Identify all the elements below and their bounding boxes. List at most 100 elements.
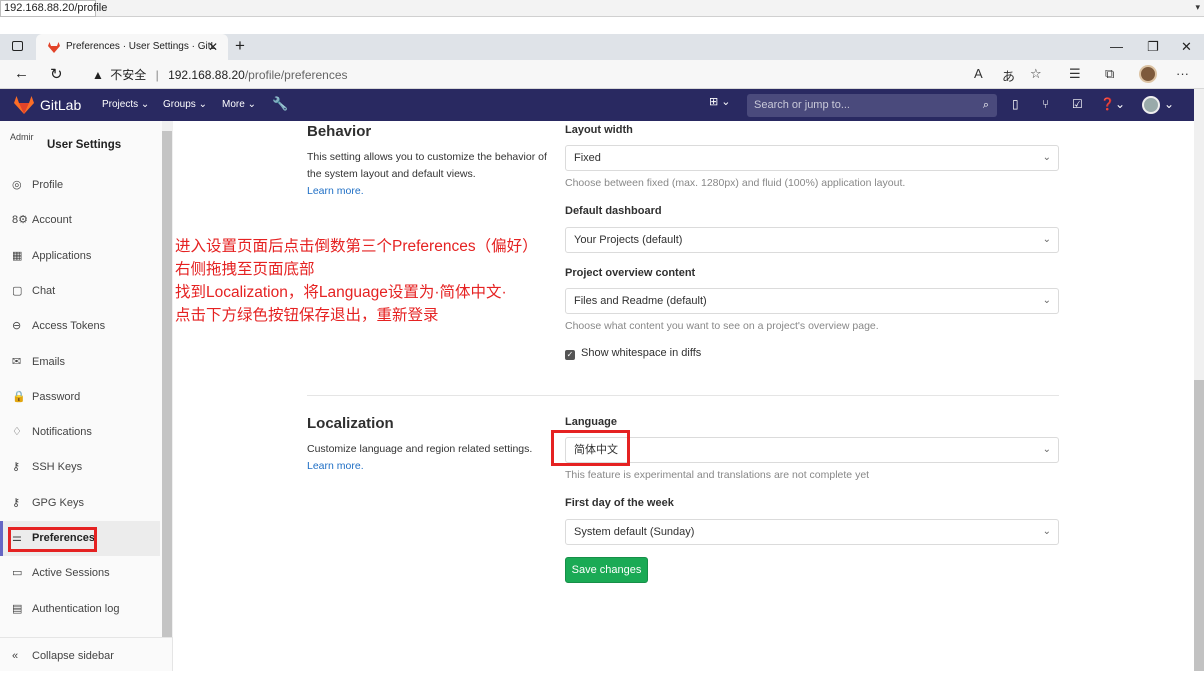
browser-profile-avatar[interactable] [1139,65,1157,83]
url-path: /profile/preferences [244,68,348,82]
browser-tab[interactable]: Preferences · User Settings · GitL ✕ [36,34,228,60]
url-separator: | [155,68,159,82]
first-day-select[interactable]: System default (Sunday) ⌄ [565,519,1059,545]
merge-requests-icon[interactable]: ⑂ [1042,97,1049,111]
todos-icon[interactable]: ☑ [1072,97,1083,111]
read-aloud-icon[interactable]: A [974,66,983,81]
annotation-line: 找到Localization，将Language设置为·简体中文· [175,284,507,301]
sidebar-item-profile[interactable]: ◎ Profile [0,168,160,203]
localization-learn-more-link[interactable]: Learn more. [307,458,552,475]
annotation-line: 右侧拖拽至页面底部 [175,261,315,278]
language-hint: This feature is experimental and transla… [565,469,870,481]
search-input[interactable]: Search or jump to... ⌕ [747,94,997,117]
applications-icon: ▦ [12,249,23,262]
highlight-box-preferences [8,527,97,552]
groups-menu[interactable]: Groups ⌄ [163,99,207,110]
sidebar-item-emails[interactable]: ✉ Emails [0,345,160,380]
sidebar-item-label: Account [32,214,72,227]
url-field[interactable]: ▲ 不安全 | 192.168.88.20/profile/preference… [92,66,348,83]
layout-width-value: Fixed [574,152,601,164]
outer-url-field[interactable]: 192.168.88.20/profile [0,0,107,17]
whitespace-label: Show whitespace in diffs [581,347,702,359]
sidebar-scrollbar-thumb[interactable] [162,131,172,637]
gitlab-brand[interactable]: GitLab [40,97,81,113]
close-window-icon[interactable]: ✕ [1181,39,1192,55]
translate-icon[interactable]: あ [1002,66,1015,85]
sidebar-item-notifications[interactable]: ♢ Notifications [0,415,160,450]
chevron-down-icon[interactable]: ▾ [1195,2,1200,13]
sidebar-item-account[interactable]: 8⚙ Account [0,203,160,238]
more-options-icon[interactable]: ··· [1176,66,1189,81]
annotation-line: 进入设置页面后点击倒数第三个Preferences（偏好） [175,238,538,255]
tab-actions-icon[interactable] [12,41,23,51]
gitlab-logo-icon[interactable] [14,96,34,114]
url-host: 192.168.88.20 [168,68,245,82]
projects-menu[interactable]: Projects ⌄ [102,99,149,110]
sidebar-item-gpg-keys[interactable]: ⚷ GPG Keys [0,486,160,521]
whitespace-checkbox[interactable]: ✓ Show whitespace in diffs [565,347,701,360]
restore-icon[interactable]: ❐ [1147,39,1159,55]
sidebar-item-ssh-keys[interactable]: ⚷ SSH Keys [0,450,160,485]
user-avatar[interactable] [1142,96,1160,114]
project-overview-hint: Choose what content you want to see on a… [565,320,879,332]
project-overview-select[interactable]: Files and Readme (default) ⌄ [565,288,1059,314]
annotation-line: 点击下方绿色按钮保存退出，重新登录 [175,307,439,324]
collapse-icon: « [12,650,19,662]
sidebar-item-chat[interactable]: ▢ Chat [0,274,160,309]
collapse-sidebar-button[interactable]: « Collapse sidebar [0,637,173,671]
sidebar-item-label: SSH Keys [32,461,83,474]
gitlab-top-nav: GitLab Projects ⌄ Groups ⌄ More ⌄ 🔧 ⊞ ⌄ … [0,89,1194,121]
settings-sidebar: Admir User Settings ◎ Profile 8⚙ Account ▦ Ap… [0,121,173,671]
email-icon: ✉ [12,355,22,368]
sidebar-item-label: Emails [32,355,66,368]
account-icon: 8⚙ [12,214,28,227]
save-changes-button[interactable]: Save changes [565,557,648,583]
layout-width-select[interactable]: Fixed ⌄ [565,145,1059,171]
sidebar-item-active-sessions[interactable]: ▭ Active Sessions [0,556,160,591]
favorites-icon[interactable]: ☰ [1069,66,1081,82]
default-dashboard-select[interactable]: Your Projects (default) ⌄ [565,227,1059,253]
sidebar-item-access-tokens[interactable]: ⊖ Access Tokens [0,309,160,344]
layout-width-label: Layout width [565,124,633,136]
favorite-star-icon[interactable]: ☆ [1030,66,1042,82]
chat-icon: ▢ [12,284,23,297]
key-icon: ⚷ [12,461,21,474]
refresh-icon[interactable]: ↻ [50,65,63,83]
warning-icon: ▲ [92,68,104,82]
page-scrollbar-thumb[interactable] [1194,380,1204,671]
spacer [0,17,1204,34]
behavior-learn-more-link[interactable]: Learn more. [307,183,547,200]
browser-address-bar: ← ↻ ▲ 不安全 | 192.168.88.20/profile/prefer… [0,60,1204,89]
monitor-icon: ▭ [12,567,23,580]
first-day-value: System default (Sunday) [574,526,695,538]
sidebar-item-authentication-log[interactable]: ▤ Authentication log [0,592,160,627]
close-tab-icon[interactable]: ✕ [208,34,218,60]
language-select[interactable]: 简体中文 ⌄ [565,437,1059,463]
chevron-down-icon: ⌄ [1042,152,1051,163]
collections-icon[interactable]: ⧉ [1105,66,1114,82]
default-dashboard-label: Default dashboard [565,205,662,217]
sidebar-item-label: Chat [32,284,56,297]
collapse-sidebar-label: Collapse sidebar [32,650,114,662]
chevron-down-icon[interactable]: ⌄ [1164,97,1174,111]
sidebar-item-password[interactable]: 🔒 Password [0,380,160,415]
bell-icon: ♢ [12,426,22,439]
new-tab-icon[interactable]: + [235,36,245,56]
token-icon: ⊖ [12,320,22,333]
help-icon[interactable]: ❓⌄ [1100,97,1125,111]
sidebar-item-label: Active Sessions [32,567,110,580]
behavior-description: This setting allows you to customize the… [307,149,547,200]
layout-width-hint: Choose between fixed (max. 1280px) and f… [565,177,906,189]
new-dropdown-icon[interactable]: ⊞ ⌄ [709,95,731,108]
profile-icon: ◎ [12,179,22,191]
minimize-icon[interactable]: — [1110,39,1123,54]
back-icon[interactable]: ← [14,65,29,82]
search-placeholder: Search or jump to... [754,99,850,111]
admin-wrench-icon[interactable]: 🔧 [272,96,288,112]
issues-icon[interactable]: ▯ [1012,97,1019,111]
projects-menu-label: Projects [102,99,139,110]
more-menu[interactable]: More ⌄ [222,99,256,110]
checkbox-checked-icon: ✓ [565,350,575,360]
chevron-down-icon: ⌄ [1042,234,1051,245]
sidebar-item-applications[interactable]: ▦ Applications [0,239,160,274]
